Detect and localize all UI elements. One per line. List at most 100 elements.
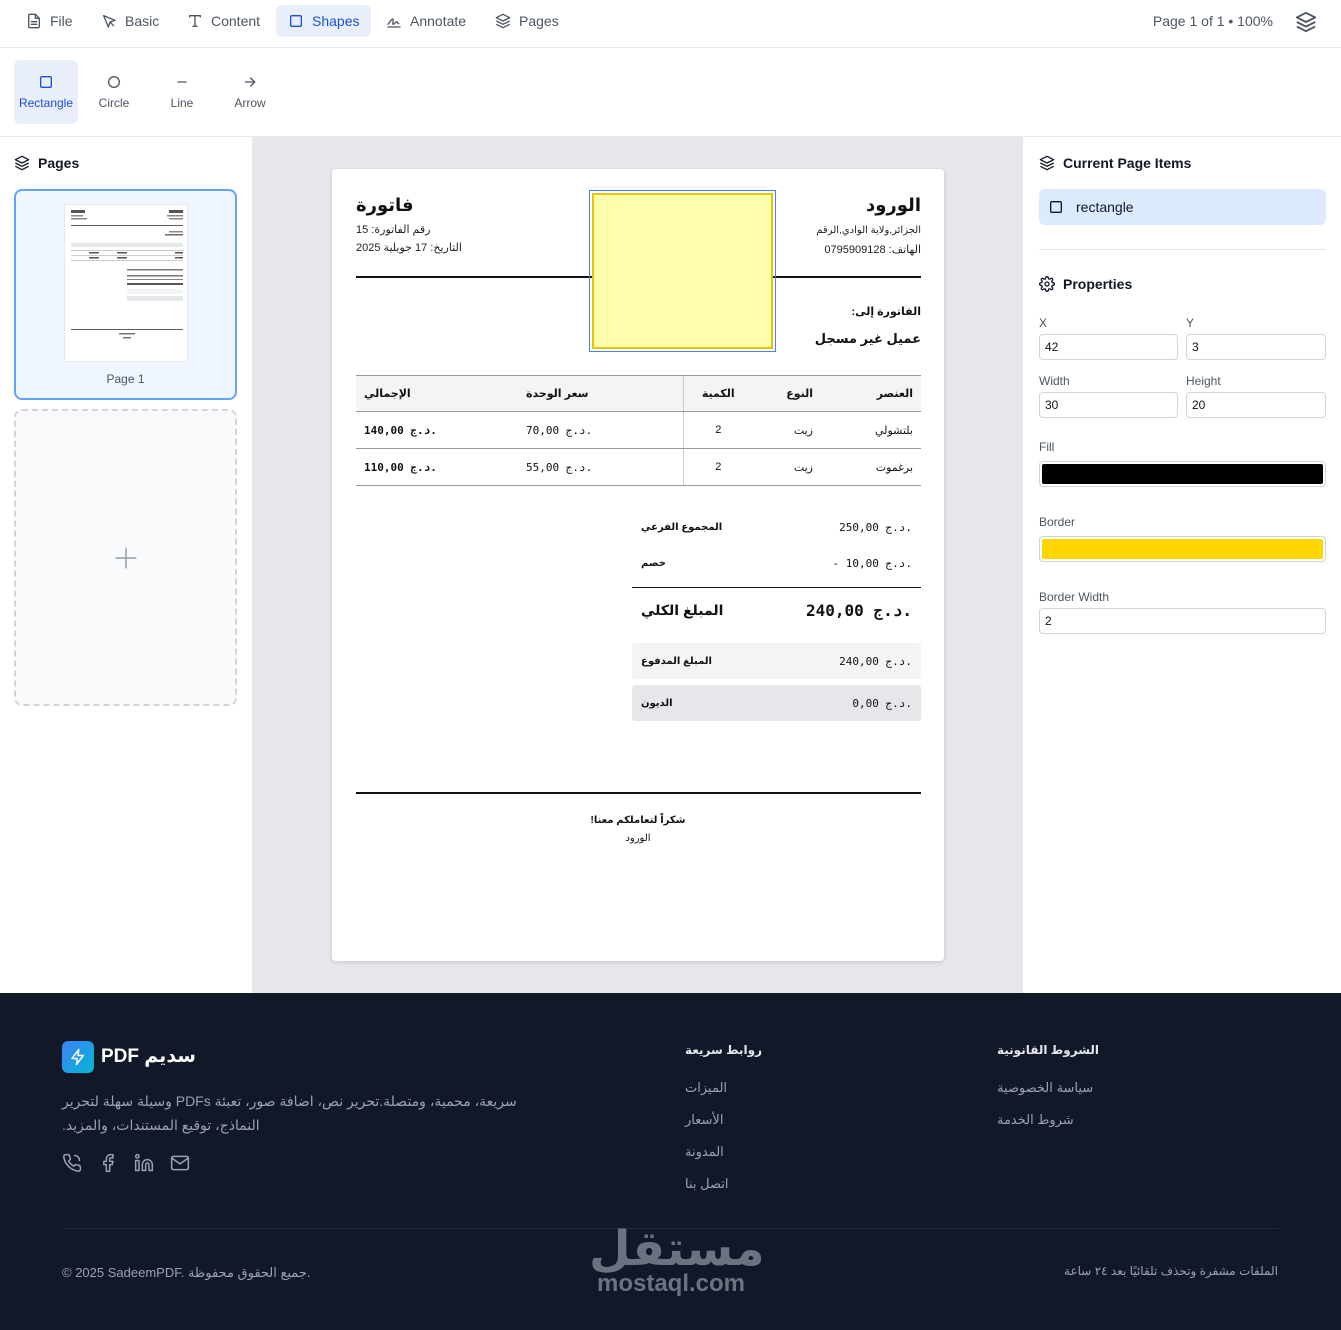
line-tool[interactable]: Line bbox=[150, 60, 214, 124]
bill-to-label: الفاتورة إلى: bbox=[851, 306, 921, 318]
tab-file[interactable]: File bbox=[14, 5, 85, 37]
page-label: Page 1 bbox=[106, 372, 145, 386]
facebook-icon[interactable] bbox=[98, 1153, 118, 1173]
fill-color-picker[interactable] bbox=[1039, 461, 1326, 487]
x-input[interactable]: 42 bbox=[1039, 334, 1178, 360]
debt-row: الديون 0,00 د.ج. bbox=[632, 685, 921, 721]
footer-link-terms[interactable]: شروط الخدمة bbox=[997, 1112, 1074, 1128]
tab-label: Basic bbox=[125, 13, 160, 29]
tool-label: Circle bbox=[98, 96, 130, 110]
paid-row: المبلغ المدفوع 240,00 د.ج. bbox=[632, 643, 921, 679]
rectangle-fill bbox=[592, 193, 773, 349]
discount-row: خصم - 10,00 د.ج. bbox=[632, 545, 921, 581]
column-header: سعر الوحدة bbox=[518, 375, 684, 412]
tab-content[interactable]: Content bbox=[175, 5, 272, 37]
cell-unit-price: 55,00 د.ج. bbox=[518, 448, 684, 486]
table-header-row: العنصر النوع الكمية سعر الوحدة الإجمالي bbox=[356, 375, 921, 412]
tab-label: Shapes bbox=[312, 13, 360, 29]
items-panel-header: Current Page Items bbox=[1039, 155, 1191, 171]
width-label: Width bbox=[1039, 374, 1070, 388]
plus-icon bbox=[114, 546, 137, 569]
minus-icon bbox=[177, 81, 187, 83]
width-input[interactable]: 30 bbox=[1039, 392, 1178, 418]
page-item-rectangle[interactable]: rectangle bbox=[1039, 189, 1326, 225]
circle-icon bbox=[108, 76, 120, 88]
x-label: X bbox=[1039, 316, 1048, 330]
tab-label: Pages bbox=[519, 13, 559, 29]
y-label: Y bbox=[1186, 316, 1195, 330]
footer-link-blog[interactable]: المدونة bbox=[685, 1144, 724, 1160]
pages-panel: Pages Page 1 bbox=[0, 137, 253, 993]
cell-total: 110,00 د.ج. bbox=[356, 448, 518, 486]
mail-icon[interactable] bbox=[170, 1153, 190, 1173]
discount-value: - 10,00 د.ج. bbox=[832, 556, 912, 570]
totals-divider bbox=[632, 587, 921, 588]
properties-title: Properties bbox=[1063, 276, 1133, 292]
border-swatch bbox=[1042, 539, 1323, 559]
invoice-number: رقم الفاتورة: 15 bbox=[356, 224, 431, 236]
border-label: Border bbox=[1039, 515, 1076, 529]
footer-link-features[interactable]: الميزات bbox=[685, 1080, 727, 1096]
rectangle-tool[interactable]: Rectangle bbox=[14, 60, 78, 124]
cell-type: زيت bbox=[753, 448, 821, 486]
add-page-button[interactable] bbox=[14, 409, 237, 706]
arrow-tool[interactable]: Arrow bbox=[218, 60, 282, 124]
fill-swatch bbox=[1042, 464, 1323, 484]
selected-rectangle-shape[interactable] bbox=[589, 190, 776, 352]
cell-type: زيت bbox=[753, 411, 821, 449]
footer-link-pricing[interactable]: الأسعار bbox=[685, 1112, 723, 1128]
column-header: الكمية bbox=[683, 375, 753, 412]
signoff: الورود bbox=[625, 833, 651, 844]
thanks-message: شكراً لتعاملكم معنا! bbox=[590, 815, 686, 826]
fill-label: Fill bbox=[1039, 440, 1055, 454]
text-icon bbox=[189, 15, 201, 27]
pointer-icon bbox=[103, 15, 116, 28]
column-header: الإجمالي bbox=[356, 375, 518, 412]
footer-divider bbox=[356, 792, 921, 794]
brand-address: الجزائر,ولاية الوادي,الرقم bbox=[816, 225, 921, 236]
brand-logo[interactable] bbox=[62, 1041, 94, 1073]
phone-icon[interactable] bbox=[62, 1153, 82, 1173]
linkedin-icon[interactable] bbox=[134, 1153, 154, 1173]
brand-phone: الهاتف: 0795909128 bbox=[824, 244, 921, 256]
tab-label: File bbox=[50, 13, 73, 29]
column-header: العنصر bbox=[821, 375, 921, 412]
height-label: Height bbox=[1186, 374, 1221, 388]
border-color-picker[interactable] bbox=[1039, 536, 1326, 562]
footer-link-contact[interactable]: اتصل بنا bbox=[685, 1176, 728, 1192]
file-icon bbox=[28, 13, 40, 29]
pages-panel-header: Pages bbox=[14, 155, 79, 171]
document-canvas: فاتورة رقم الفاتورة: 15 التاريخ: 17 جويل… bbox=[253, 137, 1022, 993]
tab-pages[interactable]: Pages bbox=[483, 5, 571, 37]
tab-annotate[interactable]: Annotate bbox=[374, 5, 478, 37]
shapes-ribbon: Rectangle Circle Line Arrow bbox=[0, 48, 1341, 137]
page-thumbnail-card[interactable]: Page 1 bbox=[14, 189, 237, 400]
items-table: العنصر النوع الكمية سعر الوحدة الإجمالي … bbox=[356, 375, 921, 486]
cell-qty: 2 bbox=[683, 411, 753, 449]
arrow-right-icon bbox=[244, 77, 256, 87]
tab-shapes[interactable]: Shapes bbox=[276, 5, 372, 37]
thumbnail-preview bbox=[71, 210, 183, 339]
layers-icon bbox=[14, 155, 30, 171]
tab-basic[interactable]: Basic bbox=[89, 5, 171, 37]
footer-link-privacy[interactable]: سياسة الخصوصية bbox=[997, 1080, 1093, 1096]
height-input[interactable]: 20 bbox=[1186, 392, 1326, 418]
table-row: بلتشولي زيت 2 70,00 د.ج. 140,00 د.ج. bbox=[356, 411, 921, 449]
square-icon bbox=[290, 15, 302, 27]
circle-tool[interactable]: Circle bbox=[82, 60, 146, 124]
top-toolbar: File Basic Content Shapes Annotate Pages… bbox=[0, 0, 1341, 48]
y-input[interactable]: 3 bbox=[1186, 334, 1326, 360]
page-indicator: Page 1 of 1 • 100% bbox=[1152, 13, 1273, 29]
properties-header: Properties bbox=[1039, 276, 1132, 292]
legal-title: الشروط القانونية bbox=[997, 1043, 1100, 1057]
subtotal-row: المجموع الفرعي 250,00 د.ج. bbox=[632, 509, 921, 545]
paid-value: 240,00 د.ج. bbox=[839, 654, 912, 668]
invoice-title: فاتورة bbox=[356, 195, 414, 215]
signature-icon bbox=[387, 18, 401, 28]
layers-icon[interactable] bbox=[1295, 11, 1317, 33]
footer-brand[interactable]: سديم PDF bbox=[101, 1045, 196, 1068]
border-width-input[interactable]: 2 bbox=[1039, 608, 1326, 634]
invoice-page[interactable]: فاتورة رقم الفاتورة: 15 التاريخ: 17 جويل… bbox=[332, 169, 944, 961]
subtotal-label: المجموع الفرعي bbox=[641, 521, 723, 533]
cell-qty: 2 bbox=[683, 448, 753, 486]
